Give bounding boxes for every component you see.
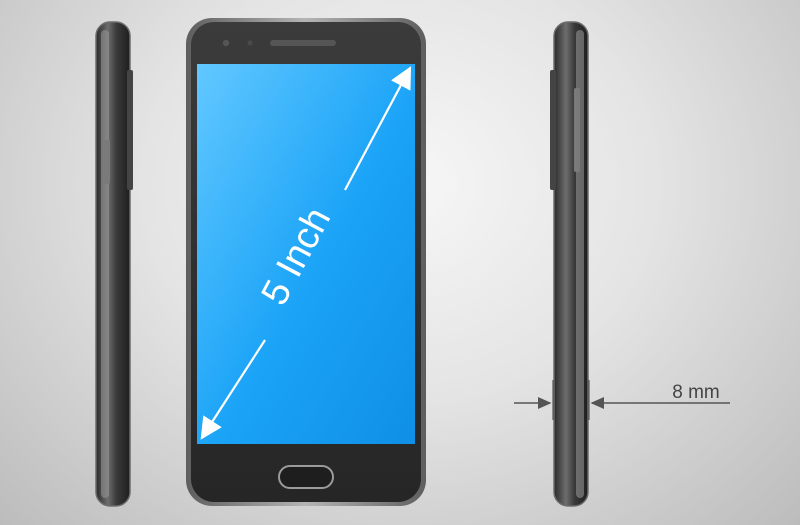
thickness-label: 8 mm [672, 382, 720, 403]
home-button [278, 465, 334, 489]
right-side-view-phone [550, 21, 589, 507]
front-camera [222, 39, 230, 47]
left-side-view-phone [95, 21, 133, 507]
earpiece-speaker [270, 40, 336, 46]
phone-dimensions-scene: 5 Inch 8 mm [95, 18, 730, 507]
